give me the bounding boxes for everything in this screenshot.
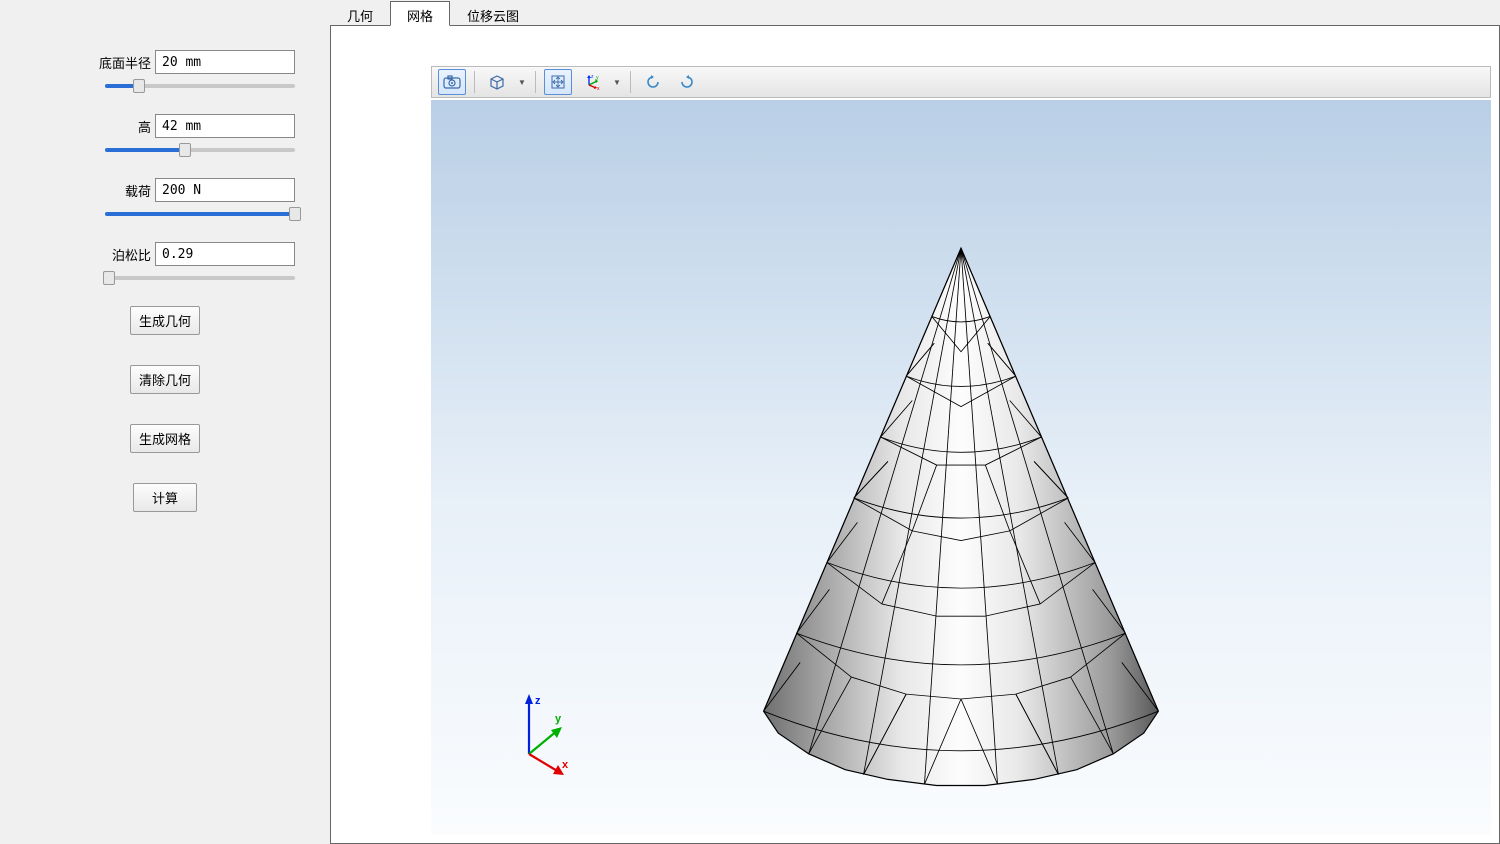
axis-triad-icon[interactable]: zyx	[578, 69, 606, 95]
slider-handle[interactable]	[289, 207, 301, 221]
camera-icon[interactable]	[438, 69, 466, 95]
mesh-cone	[431, 100, 1491, 835]
compute-button[interactable]: 计算	[133, 483, 197, 512]
slider-height[interactable]	[105, 148, 295, 152]
slider-handle[interactable]	[133, 79, 145, 93]
label-poisson: 泊松比	[112, 245, 151, 264]
input-base-radius[interactable]	[155, 50, 295, 74]
toolbar-separator	[630, 71, 631, 93]
label-load: 载荷	[125, 181, 151, 200]
slider-handle[interactable]	[103, 271, 115, 285]
toolbar-separator	[474, 71, 475, 93]
viewport-toolbar: ▼ zyx ▼	[431, 66, 1491, 98]
param-load: 载荷	[35, 178, 295, 216]
z-axis-label: z	[535, 695, 541, 707]
slider-fill	[105, 212, 295, 216]
rotate-cw-icon[interactable]	[673, 69, 701, 95]
button-column: 生成几何 清除几何 生成网格 计算	[35, 306, 295, 512]
viewport-container: ▼ zyx ▼	[330, 26, 1500, 844]
slider-load[interactable]	[105, 212, 295, 216]
cube-view-icon[interactable]	[483, 69, 511, 95]
zoom-extents-icon[interactable]	[544, 69, 572, 95]
generate-geometry-button[interactable]: 生成几何	[130, 306, 200, 335]
slider-handle[interactable]	[179, 143, 191, 157]
param-base-radius: 底面半径	[35, 50, 295, 88]
svg-text:z: z	[591, 74, 594, 80]
param-height: 高	[35, 114, 295, 152]
tab-mesh[interactable]: 网格	[390, 1, 450, 26]
label-base-radius: 底面半径	[99, 53, 151, 72]
toolbar-separator	[535, 71, 536, 93]
tabs: 几何 网格 位移云图	[330, 0, 1500, 26]
label-height: 高	[138, 117, 151, 136]
svg-text:x: x	[597, 86, 600, 91]
sidebar: 底面半径 高 载荷	[0, 0, 330, 844]
axis-dropdown[interactable]: ▼	[612, 69, 622, 95]
axis-triad-widget[interactable]: z y x	[511, 692, 581, 785]
input-poisson[interactable]	[155, 242, 295, 266]
svg-text:y: y	[596, 75, 599, 81]
app-root: 底面半径 高 载荷	[0, 0, 1500, 844]
x-axis-label: x	[562, 759, 569, 771]
main-panel: 几何 网格 位移云图 ▼ zyx ▼	[330, 0, 1500, 844]
rotate-ccw-icon[interactable]	[639, 69, 667, 95]
input-height[interactable]	[155, 114, 295, 138]
tab-geometry[interactable]: 几何	[330, 1, 390, 26]
tab-displacement[interactable]: 位移云图	[450, 1, 536, 26]
slider-base-radius[interactable]	[105, 84, 295, 88]
slider-poisson[interactable]	[105, 276, 295, 280]
input-load[interactable]	[155, 178, 295, 202]
param-poisson: 泊松比	[35, 242, 295, 280]
3d-viewport[interactable]: z y x	[431, 100, 1491, 835]
cube-view-dropdown[interactable]: ▼	[517, 69, 527, 95]
y-axis-label: y	[555, 713, 562, 725]
slider-fill	[105, 148, 185, 152]
clear-geometry-button[interactable]: 清除几何	[130, 365, 200, 394]
generate-mesh-button[interactable]: 生成网格	[130, 424, 200, 453]
